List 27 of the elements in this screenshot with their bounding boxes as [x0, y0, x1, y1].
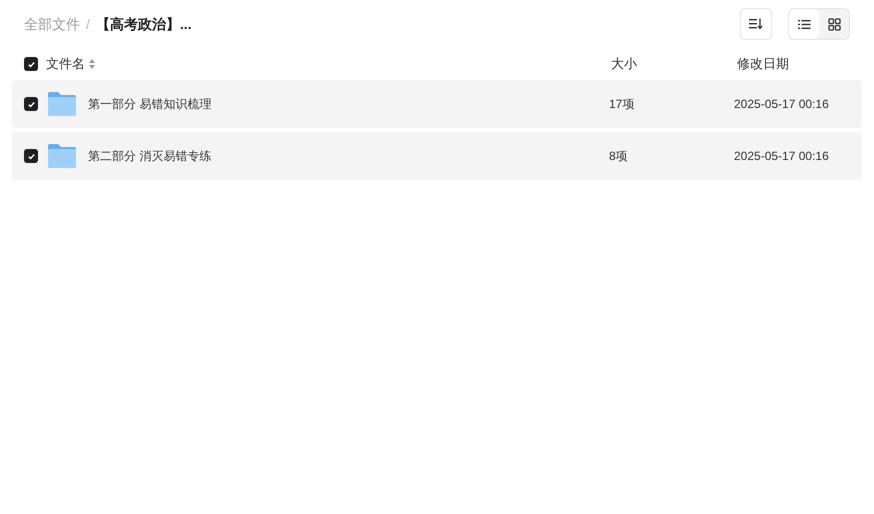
checkmark-icon [26, 60, 36, 68]
checkbox[interactable] [24, 149, 38, 163]
item-count: 8项 [609, 148, 629, 165]
folder-icon [47, 143, 77, 169]
checkmark-icon [26, 152, 36, 160]
grid-view-icon [828, 18, 840, 30]
checkbox[interactable] [24, 97, 38, 111]
folder-row[interactable]: 第二部分 消灭易错专练 8项 2025-05-17 00:16 [12, 132, 862, 180]
sort-icon [749, 18, 763, 30]
column-header: 修改日期 [737, 55, 789, 74]
folder-row[interactable]: 第一部分 易错知识梳理 17项 2025-05-17 00:16 [12, 80, 862, 128]
column-header: 大小 [611, 55, 638, 74]
item-count: 17项 [609, 96, 636, 113]
list-view-icon [798, 18, 810, 30]
sort-button[interactable] [740, 8, 772, 40]
folder-name: 第一部分 易错知识梳理 [88, 96, 212, 113]
sort-arrows-icon[interactable] [89, 59, 95, 69]
checkbox[interactable] [24, 57, 38, 71]
folder-name: 第二部分 消灭易错专练 [88, 148, 212, 165]
checkmark-icon [26, 100, 36, 108]
breadcrumb-item[interactable]: 【高考政治】... [96, 14, 192, 34]
view-mode-button[interactable] [789, 9, 819, 39]
breadcrumb-separator: / [86, 14, 90, 34]
modified-date: 2025-05-17 00:16 [734, 148, 829, 165]
modified-date: 2025-05-17 00:16 [734, 96, 829, 113]
column-header[interactable]: 文件名 [46, 54, 85, 74]
folder-icon [47, 91, 77, 117]
